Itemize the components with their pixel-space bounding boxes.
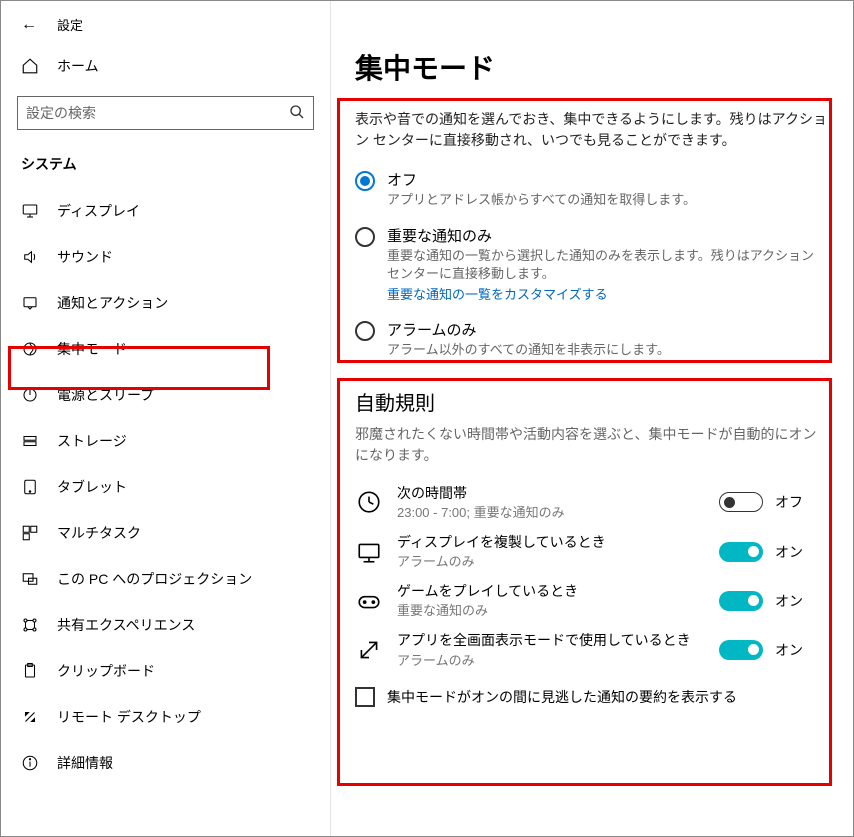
storage-icon xyxy=(21,432,39,450)
sidebar-item-label: マルチタスク xyxy=(57,523,141,543)
sidebar-item-storage[interactable]: ストレージ xyxy=(1,418,330,464)
project-icon xyxy=(21,570,39,588)
multitask-icon xyxy=(21,524,39,542)
sidebar-item-tablet[interactable]: タブレット xyxy=(1,464,330,510)
tablet-icon xyxy=(21,478,39,496)
sound-icon xyxy=(21,248,39,266)
search-placeholder: 設定の検索 xyxy=(26,103,96,123)
sidebar-item-label: 共有エクスペリエンス xyxy=(57,615,195,635)
home-label: ホーム xyxy=(57,56,99,76)
sidebar-item-about[interactable]: 詳細情報 xyxy=(1,740,330,786)
share-icon xyxy=(21,616,39,634)
sidebar-item-project[interactable]: この PC へのプロジェクション xyxy=(1,556,330,602)
home-link[interactable]: ホーム xyxy=(1,46,330,86)
sidebar-item-label: 詳細情報 xyxy=(57,753,113,773)
home-icon xyxy=(21,57,39,75)
display-icon xyxy=(21,202,39,220)
remote-icon xyxy=(21,708,39,726)
sidebar-item-multitask[interactable]: マルチタスク xyxy=(1,510,330,556)
sidebar-item-clipboard[interactable]: クリップボード xyxy=(1,648,330,694)
about-icon xyxy=(21,754,39,772)
search-icon xyxy=(289,104,305,123)
sidebar-item-sound[interactable]: サウンド xyxy=(1,234,330,280)
notify-icon xyxy=(21,294,39,312)
nav-list: ディスプレイサウンド通知とアクション集中モード電源とスリープストレージタブレット… xyxy=(1,188,330,786)
sidebar-item-remote[interactable]: リモート デスクトップ xyxy=(1,694,330,740)
sidebar-item-share[interactable]: 共有エクスペリエンス xyxy=(1,602,330,648)
category-label: システム xyxy=(1,146,330,188)
clipboard-icon xyxy=(21,662,39,680)
sidebar-item-notify[interactable]: 通知とアクション xyxy=(1,280,330,326)
highlight-annotation xyxy=(8,346,270,390)
highlight-annotation xyxy=(337,98,832,363)
sidebar-item-label: リモート デスクトップ xyxy=(57,707,201,727)
sidebar-item-label: ディスプレイ xyxy=(57,201,140,221)
sidebar-item-label: この PC へのプロジェクション xyxy=(57,569,252,589)
highlight-annotation xyxy=(337,378,832,786)
sidebar-item-label: サウンド xyxy=(57,247,113,267)
sidebar: ← 設定 ホーム 設定の検索 システム ディスプレイサウンド通知とアクション集中… xyxy=(1,1,331,836)
page-title: 集中モード xyxy=(355,47,829,87)
sidebar-item-label: クリップボード xyxy=(57,661,155,681)
sidebar-item-display[interactable]: ディスプレイ xyxy=(1,188,330,234)
search-input[interactable]: 設定の検索 xyxy=(17,96,314,130)
sidebar-item-label: 通知とアクション xyxy=(57,293,168,313)
settings-title: 設定 xyxy=(57,15,83,34)
sidebar-item-label: ストレージ xyxy=(57,431,127,451)
back-arrow-icon[interactable]: ← xyxy=(21,16,37,34)
sidebar-item-label: タブレット xyxy=(57,477,127,497)
